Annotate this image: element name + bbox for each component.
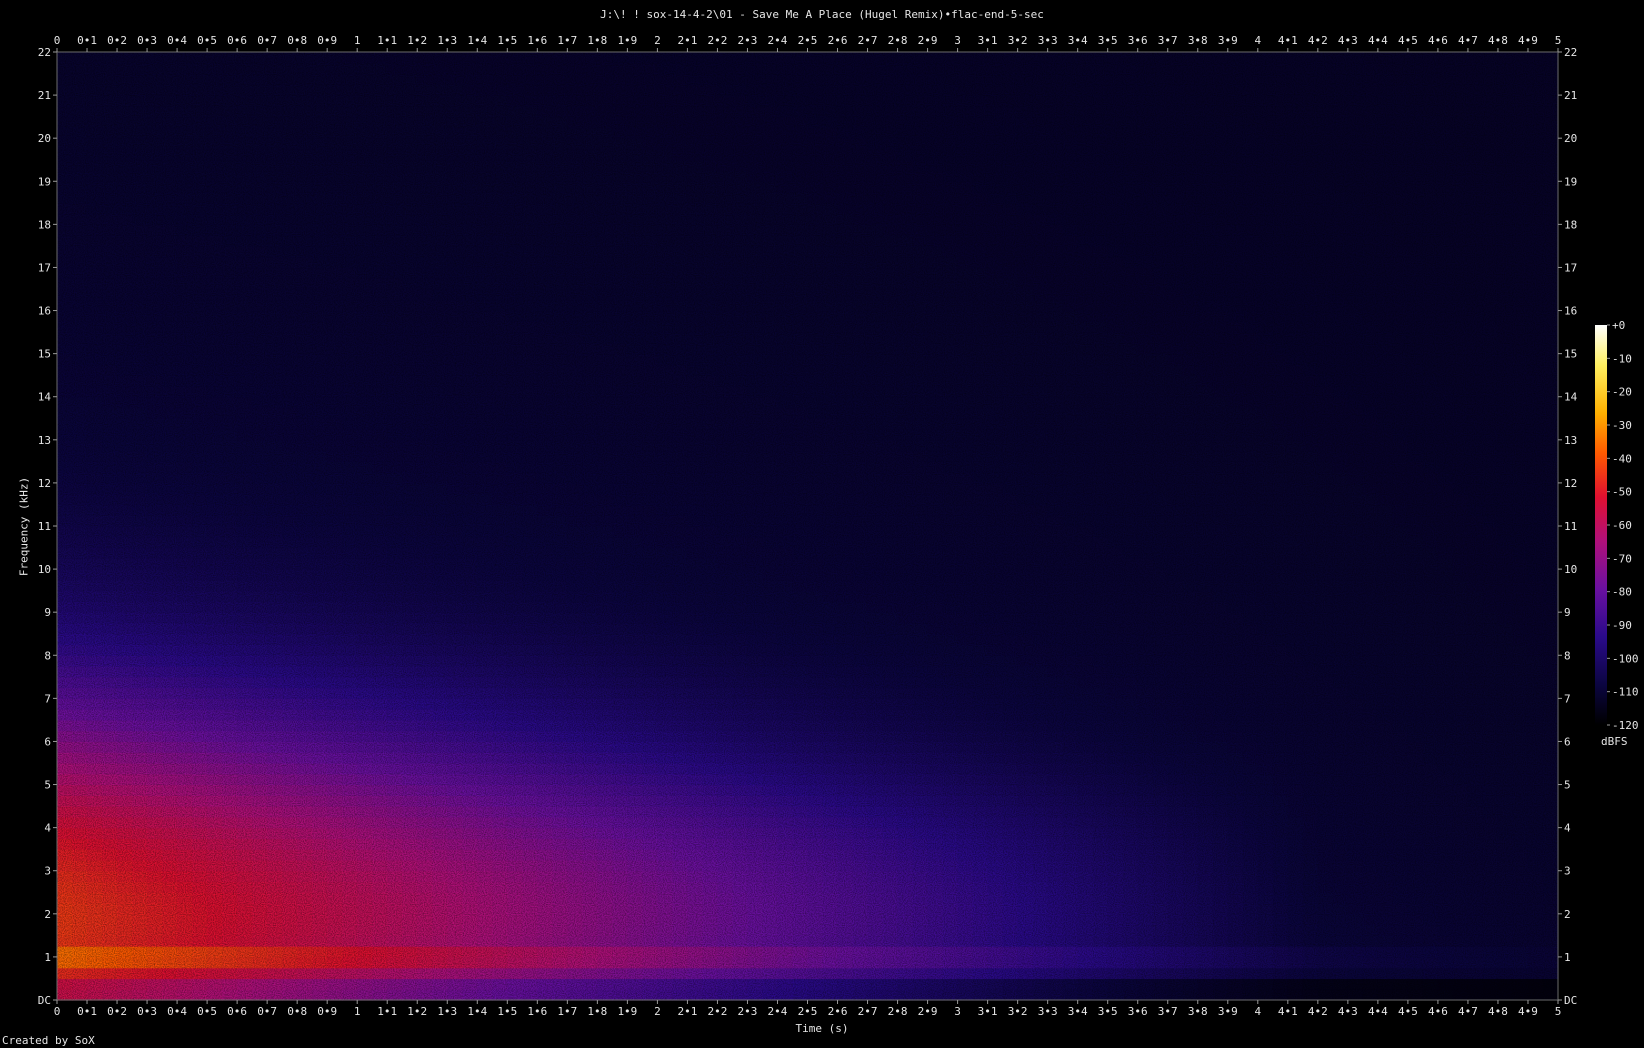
spectrogram-chart: 0 0•1 0•2 0•3 0•4 0•5 0•6 0•7 0•8 0•9 1 1•1 1•2 1•3 1•… [38, 34, 1639, 1018]
spectrogram-energy [57, 52, 1559, 1001]
